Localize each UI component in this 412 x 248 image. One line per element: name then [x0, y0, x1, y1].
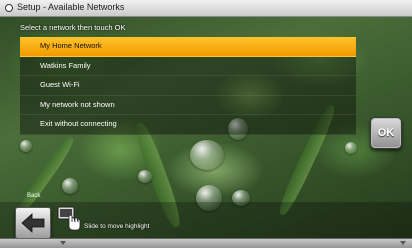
network-item-label: My network not shown [40, 99, 115, 109]
left-arrow-icon [21, 213, 45, 233]
water-drop [20, 140, 32, 152]
network-list: My Home Network Watkins Family Guest Wi-… [20, 37, 356, 135]
slide-hint: Slide to move highlight [84, 223, 150, 230]
title-bar: Setup - Available Networks [0, 0, 412, 17]
slide-tick-icon [60, 241, 66, 245]
instruction-text: Select a network then touch OK [20, 23, 126, 32]
slide-track[interactable] [0, 238, 412, 248]
network-item-not-shown[interactable]: My network not shown [20, 95, 356, 115]
network-item-my-home-network[interactable]: My Home Network [20, 37, 356, 57]
network-item-label: My Home Network [40, 41, 102, 50]
back-button[interactable] [15, 207, 51, 239]
network-item-label: Guest Wi-Fi [40, 80, 80, 89]
water-drop [345, 142, 357, 154]
slide-tick-icon [400, 241, 406, 245]
network-item-label: Exit without connecting [40, 119, 117, 128]
network-item-label: Watkins Family [40, 60, 91, 70]
back-label: Back [27, 193, 41, 199]
network-item-guest-wifi[interactable]: Guest Wi-Fi [20, 76, 356, 96]
ok-button-label: OK [377, 127, 395, 139]
ok-button[interactable]: OK [370, 117, 402, 149]
window-title: Setup - Available Networks [17, 2, 125, 12]
network-item-watkins-family[interactable]: Watkins Family [20, 56, 356, 76]
radio-dot-icon [5, 4, 13, 12]
touch-hand-icon [57, 206, 81, 231]
setup-screen: Setup - Available Networks Select a netw… [0, 0, 412, 248]
water-drop [62, 178, 78, 194]
water-drop [190, 140, 224, 170]
network-item-exit[interactable]: Exit without connecting [20, 115, 356, 135]
water-drop [138, 170, 152, 183]
